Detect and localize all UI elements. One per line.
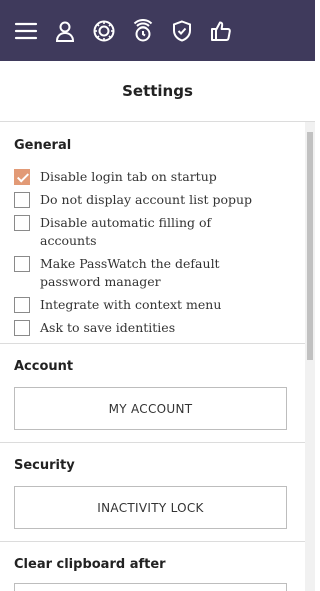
clipboard-section-title: Clear clipboard after [14, 557, 166, 572]
shield-icon[interactable] [170, 19, 194, 43]
option-default-password-manager[interactable]: Make PassWatch the default password mana… [0, 255, 305, 291]
security-section-title: Security [14, 458, 75, 473]
option-disable-autofill[interactable]: Disable automatic filling of accounts [0, 214, 305, 250]
default-password-manager-checkbox[interactable] [14, 256, 30, 272]
clear-clipboard-select[interactable] [14, 583, 287, 591]
my-account-button[interactable]: MY ACCOUNT [14, 387, 287, 430]
context-menu-checkbox[interactable] [14, 297, 30, 313]
clipboard-section: Clear clipboard after [0, 542, 305, 591]
menu-icon[interactable] [14, 19, 38, 43]
scrollbar-track[interactable] [305, 122, 315, 591]
vault-icon[interactable] [92, 19, 116, 43]
option-save-identities[interactable]: Ask to save identities [0, 319, 305, 337]
option-label: Do not display account list popup [40, 192, 253, 207]
disable-login-tab-checkbox[interactable] [14, 169, 30, 185]
page-title: Settings [122, 82, 193, 100]
option-label: Ask to save identities [40, 320, 176, 335]
option-label: Disable automatic filling of accounts [40, 215, 212, 248]
settings-header: Settings [0, 61, 315, 122]
option-label: Disable login tab on startup [40, 169, 217, 184]
top-navigation-bar [0, 0, 315, 61]
option-context-menu[interactable]: Integrate with context menu [0, 296, 305, 314]
user-icon[interactable] [53, 19, 77, 43]
option-label: Integrate with context menu [40, 297, 222, 312]
security-section: Security INACTIVITY LOCK [0, 443, 305, 542]
no-account-popup-checkbox[interactable] [14, 192, 30, 208]
disable-autofill-checkbox[interactable] [14, 215, 30, 231]
save-identities-checkbox[interactable] [14, 320, 30, 336]
account-section: Account MY ACCOUNT [0, 344, 305, 443]
watch-icon[interactable] [131, 18, 155, 43]
account-section-title: Account [14, 359, 74, 374]
option-label: Make PassWatch the default password mana… [40, 256, 220, 289]
general-section: General Disable login tab on startup Do … [0, 122, 305, 344]
option-disable-login-tab[interactable]: Disable login tab on startup [0, 168, 305, 186]
thumbs-up-icon[interactable] [209, 19, 233, 43]
settings-scroll-area[interactable]: General Disable login tab on startup Do … [0, 122, 315, 591]
inactivity-lock-button[interactable]: INACTIVITY LOCK [14, 486, 287, 529]
option-no-account-popup[interactable]: Do not display account list popup [0, 191, 305, 209]
scrollbar-thumb[interactable] [307, 132, 313, 360]
general-section-title: General [14, 138, 72, 153]
